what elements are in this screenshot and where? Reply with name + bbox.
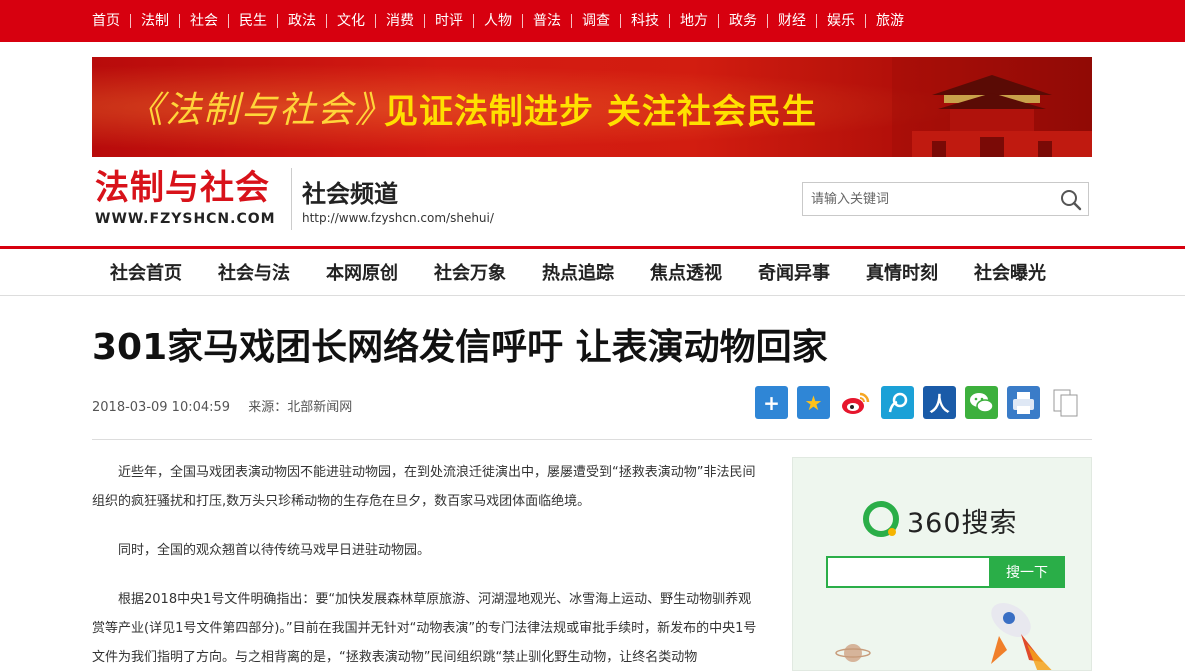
article-paragraph: 同时，全国的观众翘首以待传统马戏早日进驻动物园。: [118, 543, 431, 558]
top-nav-link[interactable]: 旅游: [866, 0, 914, 42]
article-title: 301家马戏团长网络发信呼吁 让表演动物回家: [92, 327, 828, 368]
channel-nav-link[interactable]: 本网原创: [326, 263, 398, 284]
sidebar-ad-360-search[interactable]: 360搜索 搜一下: [792, 457, 1092, 671]
ad-search-button[interactable]: 搜一下: [989, 556, 1065, 588]
ad-search-input[interactable]: [826, 556, 989, 588]
top-nav-item: 消费: [375, 0, 424, 42]
top-nav-item: 民生: [228, 0, 277, 42]
top-nav-link[interactable]: 政务: [719, 0, 767, 42]
top-nav-item: 人物: [473, 0, 522, 42]
article-datetime: 2018-03-09 10:04:59: [92, 400, 231, 415]
top-nav-link[interactable]: 财经: [768, 0, 816, 42]
top-nav-link[interactable]: 普法: [523, 0, 571, 42]
qzone-icon[interactable]: ★: [797, 386, 830, 419]
top-nav-link[interactable]: 文化: [327, 0, 375, 42]
top-nav-item: 财经: [767, 0, 816, 42]
top-nav-item: 首页: [92, 0, 130, 42]
top-nav-link[interactable]: 消费: [376, 0, 424, 42]
tencent-weibo-icon[interactable]: [881, 386, 914, 419]
channel-url: http://www.fzyshcn.com/shehui/: [302, 211, 494, 225]
channel-nav-list: 社会首页 社会与法 本网原创 社会万象 热点追踪 焦点透视 奇闻异事 真情时刻 社会曝光: [110, 249, 1082, 295]
channel-nav-item: 本网原创: [326, 259, 434, 285]
top-nav-item: 科技: [620, 0, 669, 42]
channel-nav-link[interactable]: 热点追踪: [542, 263, 614, 284]
channel-nav-item: 奇闻异事: [758, 259, 866, 285]
top-nav-link[interactable]: 地方: [670, 0, 718, 42]
rocket-illustration: [991, 602, 1052, 670]
article-paragraph: 根据2018中央1号文件明确指出：要“加快发展森林草原旅游、河湖湿地观光、冰雪海…: [92, 592, 757, 665]
channel-nav-link[interactable]: 社会与法: [218, 263, 290, 284]
top-nav-link[interactable]: 首页: [92, 0, 130, 42]
share-more-icon[interactable]: +: [755, 386, 788, 419]
channel-nav-item: 社会与法: [218, 259, 326, 285]
channel-nav-link[interactable]: 社会首页: [110, 263, 182, 284]
360-logo-icon: [863, 501, 899, 537]
site-logo[interactable]: 法制与社会 WWW.FZYSHCN.COM: [95, 168, 285, 232]
channel-nav-item: 社会曝光: [974, 259, 1082, 285]
top-nav-link[interactable]: 民生: [229, 0, 277, 42]
article-paragraph: 近些年，全国马戏团表演动物因不能进驻动物园，在到处流浪迁徙演出中，屡屡遭受到“拯…: [92, 465, 756, 509]
top-nav-item: 调查: [571, 0, 620, 42]
banner-ad[interactable]: 《法制与社会》 见证法制进步 关注社会民生: [92, 57, 1092, 157]
top-nav-list: 首页 法制 社会 民生 政法 文化 消费 时评 人物 普法 调查 科技 地方 政务 财经 娱乐 旅游: [92, 0, 914, 42]
ad-brand: 360搜索: [861, 500, 1018, 540]
banner-slogan: 见证法制进步 关注社会民生: [384, 92, 817, 132]
planet-illustration: [835, 644, 871, 662]
top-nav-item: 旅游: [865, 0, 914, 42]
search-icon[interactable]: [1060, 189, 1082, 211]
search-box: [802, 182, 1089, 216]
top-nav-link[interactable]: 人物: [474, 0, 522, 42]
logo-chinese: 法制与社会: [95, 168, 270, 208]
top-nav-item: 社会: [179, 0, 228, 42]
channel-nav-item: 热点追踪: [542, 259, 650, 285]
top-nav-link[interactable]: 时评: [425, 0, 473, 42]
article-body: 近些年，全国马戏团表演动物因不能进驻动物园，在到处流浪迁徙演出中，屡屡遭受到“拯…: [92, 458, 764, 671]
masthead-divider: [291, 168, 292, 230]
article-source: 来源：北部新闻网: [248, 400, 353, 415]
top-nav-item: 娱乐: [816, 0, 865, 42]
top-nav-link[interactable]: 社会: [180, 0, 228, 42]
top-nav-item: 时评: [424, 0, 473, 42]
tiananmen-illustration: [892, 57, 1092, 157]
top-nav-item: 政务: [718, 0, 767, 42]
channel-nav-link[interactable]: 社会曝光: [974, 263, 1046, 284]
top-nav-link[interactable]: 政法: [278, 0, 326, 42]
top-nav-link[interactable]: 科技: [621, 0, 669, 42]
renren-icon[interactable]: 人: [923, 386, 956, 419]
top-nav-item: 文化: [326, 0, 375, 42]
channel-nav-link[interactable]: 奇闻异事: [758, 263, 830, 284]
channel-title: 社会频道: [302, 180, 398, 208]
channel-nav: 社会首页 社会与法 本网原创 社会万象 热点追踪 焦点透视 奇闻异事 真情时刻 社会曝光: [0, 249, 1185, 296]
logo-english: WWW.FZYSHCN.COM: [95, 211, 276, 227]
ad-brand-text: 360搜索: [907, 507, 1018, 539]
article-divider: [92, 439, 1092, 440]
weibo-icon[interactable]: [839, 386, 872, 419]
top-nav-link[interactable]: 娱乐: [817, 0, 865, 42]
channel-nav-link[interactable]: 真情时刻: [866, 263, 938, 284]
share-bar: + ★ 人: [755, 386, 1091, 420]
top-nav-item: 普法: [522, 0, 571, 42]
top-nav-item: 法制: [130, 0, 179, 42]
print-icon[interactable]: [1007, 386, 1040, 419]
top-nav-bar: 首页 法制 社会 民生 政法 文化 消费 时评 人物 普法 调查 科技 地方 政务 财经 娱乐 旅游: [0, 0, 1185, 42]
channel-nav-link[interactable]: 焦点透视: [650, 263, 722, 284]
channel-nav-item: 真情时刻: [866, 259, 974, 285]
top-nav-link[interactable]: 调查: [572, 0, 620, 42]
top-nav-item: 政法: [277, 0, 326, 42]
channel-nav-item: 社会首页: [110, 259, 218, 285]
channel-nav-link[interactable]: 社会万象: [434, 263, 506, 284]
channel-nav-item: 焦点透视: [650, 259, 758, 285]
article-meta: 2018-03-09 10:04:59 来源：北部新闻网: [92, 396, 352, 415]
channel-nav-item: 社会万象: [434, 259, 542, 285]
top-nav-item: 地方: [669, 0, 718, 42]
banner-magazine-title: 《法制与社会》: [127, 90, 394, 131]
top-nav-link[interactable]: 法制: [131, 0, 179, 42]
copy-icon[interactable]: [1049, 386, 1082, 419]
search-input[interactable]: [803, 183, 1053, 215]
wechat-icon[interactable]: [965, 386, 998, 419]
